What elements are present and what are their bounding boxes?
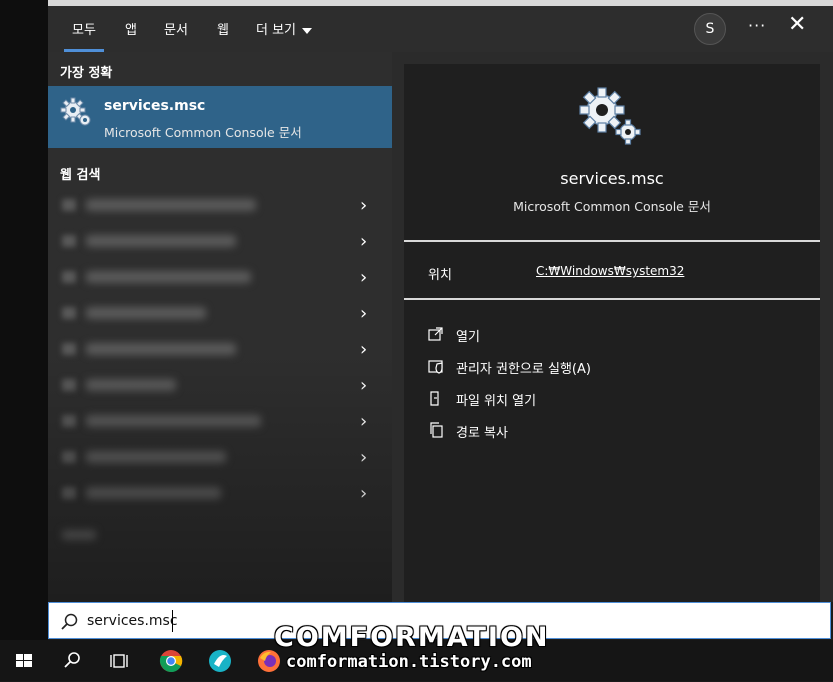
web-result-text xyxy=(86,235,236,247)
chevron-right-icon[interactable]: › xyxy=(360,303,367,324)
divider xyxy=(404,240,820,242)
app-icon[interactable] xyxy=(207,648,233,674)
tab-web[interactable]: 웹 xyxy=(217,19,229,38)
desktop-background xyxy=(0,0,48,640)
best-match-name: services.msc xyxy=(104,98,206,114)
location-link[interactable]: C:₩Windows₩system32 xyxy=(536,264,684,278)
chrome-icon[interactable] xyxy=(158,648,184,674)
copy-icon xyxy=(430,422,443,438)
action-label: 관리자 권한으로 실행(A) xyxy=(456,362,591,377)
chevron-right-icon[interactable]: › xyxy=(360,195,367,216)
search-icon xyxy=(62,307,76,319)
watermark-title: COMFORMATION xyxy=(274,622,550,653)
folder-location-icon xyxy=(430,391,439,406)
web-result-text xyxy=(86,271,251,283)
search-icon xyxy=(62,235,76,247)
web-result-row[interactable]: › xyxy=(48,259,392,295)
action-label: 열기 xyxy=(456,330,480,345)
web-search-heading: 웹 검색 xyxy=(60,168,101,183)
text-caret xyxy=(172,610,173,632)
services-gear-icon xyxy=(579,87,641,145)
watermark: COMFORMATION comformation.tistory.com xyxy=(270,622,570,682)
panel-shadow xyxy=(48,352,392,602)
web-result-row[interactable]: › xyxy=(48,295,392,331)
windows-start-icon[interactable] xyxy=(11,648,37,674)
shield-icon xyxy=(428,360,443,374)
tab-all[interactable]: 모두 xyxy=(64,19,104,52)
tab-documents[interactable]: 문서 xyxy=(164,19,188,38)
task-view-icon[interactable] xyxy=(106,648,132,674)
more-options-icon[interactable]: ··· xyxy=(748,16,766,35)
web-result-text xyxy=(86,199,256,211)
filter-tabs-bar: 모두 앱 문서 웹 더 보기 S ··· ✕ xyxy=(48,6,833,52)
open-icon xyxy=(428,327,443,341)
detail-pane: services.msc Microsoft Common Console 문서… xyxy=(404,64,820,602)
search-icon xyxy=(61,613,78,630)
search-icon[interactable] xyxy=(59,648,85,674)
detail-title: services.msc xyxy=(560,169,664,188)
tab-more-label: 더 보기 xyxy=(256,23,297,38)
account-avatar[interactable]: S xyxy=(694,13,726,45)
location-label: 위치 xyxy=(428,268,452,283)
best-match-heading: 가장 정확 xyxy=(60,66,113,81)
web-result-row[interactable]: › xyxy=(48,187,392,223)
best-match-item[interactable]: services.msc Microsoft Common Console 문서 xyxy=(48,86,392,148)
chevron-down-icon xyxy=(302,27,313,34)
action-label: 파일 위치 열기 xyxy=(456,394,537,409)
divider xyxy=(404,298,820,300)
watermark-url: comformation.tistory.com xyxy=(286,652,532,672)
close-icon[interactable]: ✕ xyxy=(788,12,806,37)
action-label: 경로 복사 xyxy=(456,426,508,441)
search-panel: 모두 앱 문서 웹 더 보기 S ··· ✕ 가장 정확 services.ms… xyxy=(48,6,833,602)
web-result-text xyxy=(86,307,206,319)
web-result-row[interactable]: › xyxy=(48,223,392,259)
detail-subtitle: Microsoft Common Console 문서 xyxy=(513,199,711,214)
chevron-right-icon[interactable]: › xyxy=(360,267,367,288)
search-icon xyxy=(62,271,76,283)
best-match-subtitle: Microsoft Common Console 문서 xyxy=(104,125,302,140)
tab-apps[interactable]: 앱 xyxy=(125,19,137,38)
search-icon xyxy=(62,199,76,211)
chevron-right-icon[interactable]: › xyxy=(360,231,367,252)
tab-more[interactable]: 더 보기 xyxy=(256,19,313,38)
services-gear-icon xyxy=(60,97,91,126)
results-list: 가장 정확 services.msc Microsoft Common Cons… xyxy=(48,52,392,602)
